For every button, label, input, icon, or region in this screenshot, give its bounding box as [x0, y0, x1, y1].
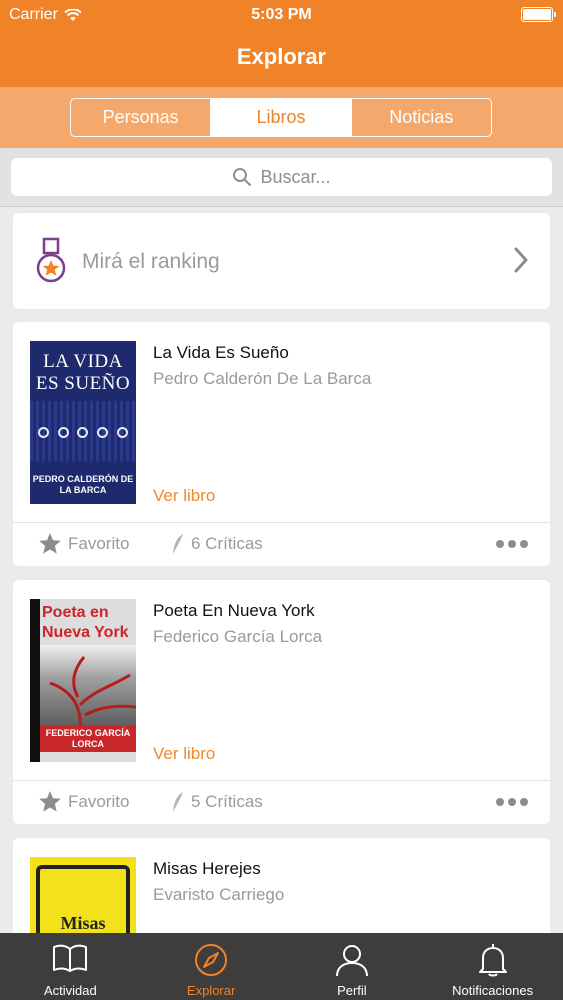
status-time: 5:03 PM — [251, 6, 312, 23]
segmented-control: Personas Libros Noticias — [70, 98, 492, 137]
tab-perfil[interactable]: Perfil — [282, 933, 423, 1000]
cover-title: Misas — [60, 913, 106, 933]
cover-title: LA VIDA ES SUEÑO — [35, 351, 131, 394]
favorite-button[interactable]: Favorito — [39, 791, 129, 812]
chevron-right-icon — [514, 247, 528, 273]
book-cover[interactable]: LA VIDA ES SUEÑO PEDRO CALDERÓN DE LA BA… — [30, 341, 136, 504]
tab-notificaciones[interactable]: Notificaciones — [422, 933, 563, 1000]
feather-icon — [173, 792, 183, 812]
tab-actividad[interactable]: Actividad — [0, 933, 141, 1000]
search-input[interactable]: Buscar... — [11, 158, 552, 196]
status-bar: Carrier 5:03 PM — [0, 0, 563, 30]
cover-tree-image — [49, 656, 136, 730]
cover-author: PEDRO CALDERÓN DE LA BARCA — [32, 474, 134, 495]
critics-label: 5 Críticas — [191, 792, 263, 811]
cover-title: Poeta en Nueva York — [42, 604, 129, 641]
cover-ornament — [34, 421, 132, 443]
view-book-link[interactable]: Ver libro — [153, 486, 215, 506]
tab-label: Notificaciones — [452, 983, 534, 998]
tab-label: Actividad — [44, 983, 97, 998]
ranking-label: Mirá el ranking — [82, 250, 220, 273]
segment-bar: Personas Libros Noticias — [0, 87, 563, 148]
book-actions: Favorito 5 Críticas — [13, 781, 550, 824]
medal-icon — [36, 237, 66, 283]
cover-photo — [40, 645, 136, 730]
page-title: Explorar — [236, 44, 327, 69]
tab-label: Perfil — [337, 983, 367, 998]
navigation-bar: Carrier 5:03 PM Explorar — [0, 0, 563, 87]
star-icon — [39, 533, 61, 554]
favorite-label: Favorito — [68, 791, 130, 811]
critics-button[interactable]: 6 Críticas — [171, 533, 263, 555]
tab-label: Explorar — [186, 983, 236, 998]
more-options-icon[interactable] — [496, 798, 528, 806]
search-icon — [233, 168, 252, 186]
book-card: LA VIDA ES SUEÑO PEDRO CALDERÓN DE LA BA… — [13, 322, 550, 566]
book-card: Poeta en Nueva York FEDERICO GARCÍA LORC… — [13, 580, 550, 824]
favorite-button[interactable]: Favorito — [39, 533, 129, 554]
view-book-link[interactable]: Ver libro — [153, 744, 215, 764]
star-icon — [39, 791, 61, 812]
book-title: Misas Herejes — [153, 859, 261, 878]
search-bar-container: Buscar... — [0, 148, 563, 207]
battery-icon — [521, 7, 556, 22]
cover-author: FEDERICO GARCÍA LORCA — [40, 726, 136, 752]
book-card: Misas Misas Herejes Evaristo Carriego — [13, 838, 550, 1000]
compass-icon — [195, 944, 228, 976]
book-icon — [53, 944, 88, 972]
tab-explorar[interactable]: Explorar — [141, 933, 282, 1000]
book-author: Evaristo Carriego — [153, 885, 285, 904]
critics-button[interactable]: 5 Críticas — [171, 791, 263, 813]
segment-libros[interactable]: Libros — [211, 99, 352, 136]
cover-spine — [30, 599, 40, 762]
tab-bar: Actividad Explorar Perfil Notificaciones — [0, 933, 563, 1000]
feather-icon — [173, 534, 183, 554]
more-options-icon[interactable] — [496, 540, 528, 548]
book-author: Pedro Calderón De La Barca — [153, 369, 372, 388]
favorite-label: Favorito — [68, 533, 130, 553]
book-cover[interactable]: Poeta en Nueva York FEDERICO GARCÍA LORC… — [30, 599, 136, 762]
book-actions: Favorito 6 Críticas — [13, 523, 550, 566]
book-title: La Vida Es Sueño — [153, 343, 289, 362]
person-icon — [335, 945, 368, 977]
critics-label: 6 Críticas — [191, 534, 263, 553]
book-title: Poeta En Nueva York — [153, 601, 315, 620]
book-author: Federico García Lorca — [153, 627, 323, 646]
bell-icon — [478, 944, 507, 977]
ranking-card[interactable]: Mirá el ranking — [13, 213, 550, 309]
search-placeholder: Buscar... — [260, 166, 331, 187]
segment-personas[interactable]: Personas — [71, 99, 212, 136]
segment-noticias[interactable]: Noticias — [352, 99, 491, 136]
